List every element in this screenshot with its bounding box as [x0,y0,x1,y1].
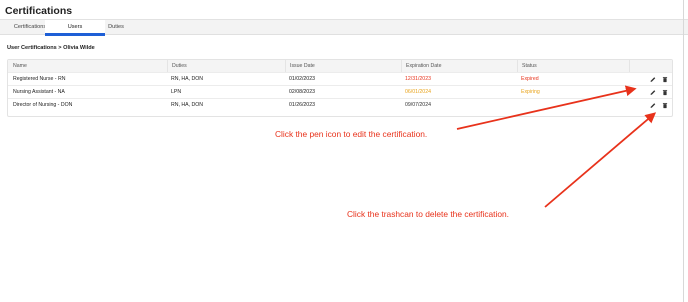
table-row: Registered Nurse - RN RN, HA, DON 01/02/… [8,72,672,85]
pen-icon[interactable] [649,102,657,109]
column-header-name[interactable]: Name [9,60,167,72]
tab-bar: Certifications Users Duties [0,20,688,36]
edit-instruction-text: Click the pen icon to edit the certifica… [275,129,428,139]
column-header-duties[interactable]: Duties [167,60,285,72]
cell-actions [629,73,672,85]
right-divider [683,0,684,302]
annotation-arrows [456,85,657,208]
column-header-actions [629,60,672,72]
cell-duties: LPN [171,89,182,95]
cell-issue-date: 02/08/2023 [289,89,315,95]
page-title: Certifications [5,5,73,17]
cell-expiration-date: 06/01/2024 [405,89,431,95]
trashcan-icon[interactable] [661,89,669,96]
cell-actions [629,86,672,98]
cell-duties: RN, HA, DON [171,76,203,82]
certifications-table: Name Duties Issue Date Expiration Date S… [7,59,673,117]
trashcan-icon[interactable] [661,76,669,83]
cell-name: Nursing Assistant - NA [13,89,65,95]
cell-status [517,99,629,111]
trashcan-icon[interactable] [661,102,669,109]
section-title: User Certifications > Olivia Wilde [7,45,95,51]
delete-instruction-text: Click the trashcan to delete the certifi… [347,209,509,219]
table-row: Nursing Assistant - NA LPN 02/08/2023 06… [8,85,672,98]
tab-duties[interactable]: Duties [86,20,146,35]
cell-expiration-date: 12/31/2023 [405,76,431,82]
cell-name: Registered Nurse - RN [13,76,66,82]
pen-icon[interactable] [649,76,657,83]
column-header-status[interactable]: Status [517,60,629,72]
column-header-issue-date[interactable]: Issue Date [285,60,401,72]
cell-name: Director of Nursing - DON [13,101,73,108]
cell-issue-date: 01/02/2023 [289,76,315,82]
cell-duties: RN, HA, DON [171,101,203,108]
cell-status: Expiring [521,89,540,95]
pen-icon[interactable] [649,89,657,96]
table-header-row: Name Duties Issue Date Expiration Date S… [8,60,672,72]
cell-actions [629,99,672,111]
cell-expiration-date: 09/07/2024 [405,101,431,108]
delete-arrow [544,112,657,208]
cell-status: Expired [521,76,539,82]
table-row: Director of Nursing - DON RN, HA, DON 01… [8,97,672,111]
cell-issue-date: 01/26/2023 [289,101,315,108]
column-header-expiration-date[interactable]: Expiration Date [401,60,517,72]
